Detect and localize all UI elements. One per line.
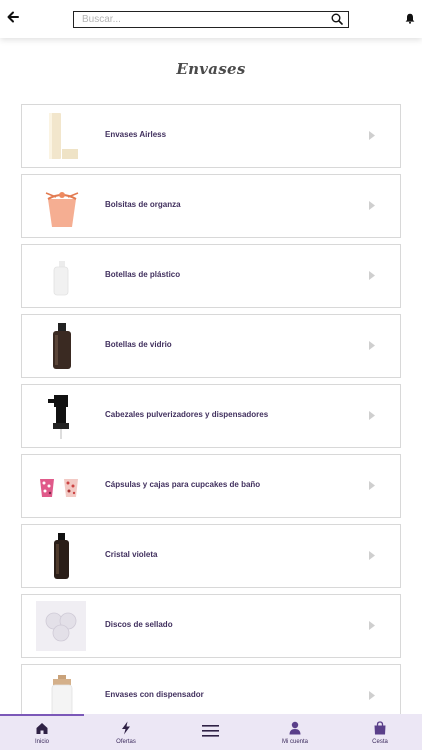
- lightning-icon: [122, 721, 130, 735]
- category-card-envases-airless[interactable]: Envases Airless: [21, 104, 401, 168]
- category-label: Envases Airless: [105, 130, 167, 139]
- bottom-navigation: Inicio Ofertas Mi cuenta Cesta: [0, 714, 422, 750]
- airless-bottle-image: [49, 113, 78, 159]
- search-icon[interactable]: [331, 13, 343, 25]
- page-title: Envases: [176, 60, 246, 78]
- category-card-cristal-violeta[interactable]: Cristal violeta: [21, 524, 401, 588]
- nav-item-mi-cuenta[interactable]: Mi cuenta: [253, 714, 337, 750]
- nav-label: Inicio: [34, 739, 49, 745]
- pump-head-image: [48, 395, 69, 439]
- category-list: Envases Airless Bolsitas de organza Bote…: [21, 104, 401, 734]
- category-card-bolsitas-de-organza[interactable]: Bolsitas de organza: [21, 174, 401, 238]
- category-card-capsulas-cupcakes[interactable]: Cápsulas y cajas para cupcakes de baño: [21, 454, 401, 518]
- shopping-bag-icon: [374, 721, 386, 735]
- nav-label: Cesta: [372, 739, 388, 745]
- home-icon: [36, 723, 48, 734]
- nav-label: Mi cuenta: [281, 739, 308, 745]
- chevron-right-icon: [369, 691, 375, 700]
- chevron-right-icon: [369, 271, 375, 280]
- menu-icon: [202, 725, 219, 737]
- category-card-botellas-de-vidrio[interactable]: Botellas de vidrio: [21, 314, 401, 378]
- category-card-discos-de-sellado[interactable]: Discos de sellado: [21, 594, 401, 658]
- category-label: Bolsitas de organza: [105, 200, 181, 209]
- glass-bottle-image: [53, 323, 71, 369]
- nav-item-inicio[interactable]: Inicio: [0, 714, 84, 750]
- nav-item-cesta[interactable]: Cesta: [338, 714, 422, 750]
- search-box: [73, 11, 349, 28]
- search-input[interactable]: [82, 12, 312, 26]
- user-icon: [289, 721, 301, 735]
- category-label: Cápsulas y cajas para cupcakes de baño: [105, 480, 261, 489]
- category-label: Cabezales pulverizadores y dispensadores: [105, 410, 269, 419]
- cupcake-cases-image: [40, 479, 78, 497]
- chevron-right-icon: [369, 411, 375, 420]
- arrow-left-icon[interactable]: [6, 10, 20, 24]
- category-label: Discos de sellado: [105, 620, 173, 629]
- chevron-right-icon: [369, 131, 375, 140]
- nav-item-menu[interactable]: [168, 714, 252, 750]
- organza-bag-image: [45, 192, 79, 227]
- chevron-right-icon: [369, 481, 375, 490]
- sealing-discs-image: [36, 601, 86, 651]
- nav-item-ofertas[interactable]: Ofertas: [84, 714, 168, 750]
- top-bar: [0, 0, 422, 38]
- category-label: Botellas de vidrio: [105, 340, 172, 349]
- chevron-right-icon: [369, 551, 375, 560]
- category-label: Botellas de plástico: [105, 270, 181, 279]
- category-label: Cristal violeta: [105, 550, 158, 559]
- category-card-cabezales-pulverizadores[interactable]: Cabezales pulverizadores y dispensadores: [21, 384, 401, 448]
- category-card-botellas-de-plastico[interactable]: Botellas de plástico: [21, 244, 401, 308]
- plastic-bottle-image: [53, 261, 69, 296]
- category-label: Envases con dispensador: [105, 690, 204, 699]
- chevron-right-icon: [369, 201, 375, 210]
- chevron-right-icon: [369, 621, 375, 630]
- violet-glass-bottle-image: [54, 533, 69, 579]
- bell-icon[interactable]: [405, 13, 415, 24]
- chevron-right-icon: [369, 341, 375, 350]
- nav-label: Ofertas: [116, 739, 136, 745]
